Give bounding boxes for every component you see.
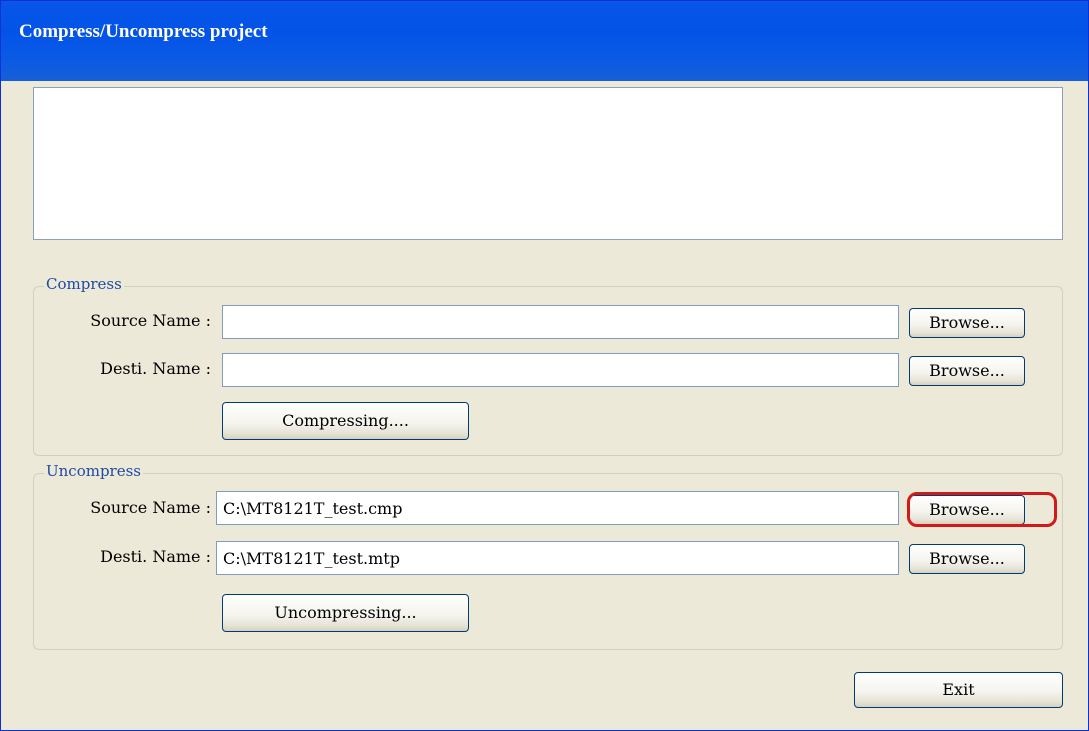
uncompressing-button[interactable]: Uncompressing... bbox=[222, 594, 469, 632]
compress-source-label: Source Name : bbox=[90, 311, 211, 330]
compress-group-legend: Compress bbox=[44, 275, 124, 293]
uncompress-source-browse-button[interactable]: Browse... bbox=[909, 495, 1025, 525]
compress-dest-input[interactable] bbox=[222, 353, 899, 387]
uncompress-dest-browse-button[interactable]: Browse... bbox=[909, 544, 1025, 574]
compress-dest-browse-button[interactable]: Browse... bbox=[909, 356, 1025, 386]
message-log-area bbox=[33, 87, 1063, 240]
uncompress-source-input[interactable] bbox=[216, 491, 899, 525]
compress-source-browse-button[interactable]: Browse... bbox=[909, 308, 1025, 338]
window-title: Compress/Uncompress project bbox=[19, 21, 268, 42]
compress-dest-label: Desti. Name : bbox=[100, 359, 211, 378]
uncompress-dest-label: Desti. Name : bbox=[100, 547, 211, 566]
uncompress-source-label: Source Name : bbox=[90, 498, 211, 517]
uncompress-dest-input[interactable] bbox=[216, 541, 899, 575]
title-bar[interactable]: Compress/Uncompress project bbox=[1, 1, 1088, 81]
compress-source-input[interactable] bbox=[222, 305, 899, 339]
compress-uncompress-dialog: Compress/Uncompress project Compress Sou… bbox=[0, 0, 1089, 731]
compressing-button[interactable]: Compressing.... bbox=[222, 402, 469, 440]
exit-button[interactable]: Exit bbox=[854, 672, 1063, 708]
uncompress-group-legend: Uncompress bbox=[44, 462, 144, 480]
